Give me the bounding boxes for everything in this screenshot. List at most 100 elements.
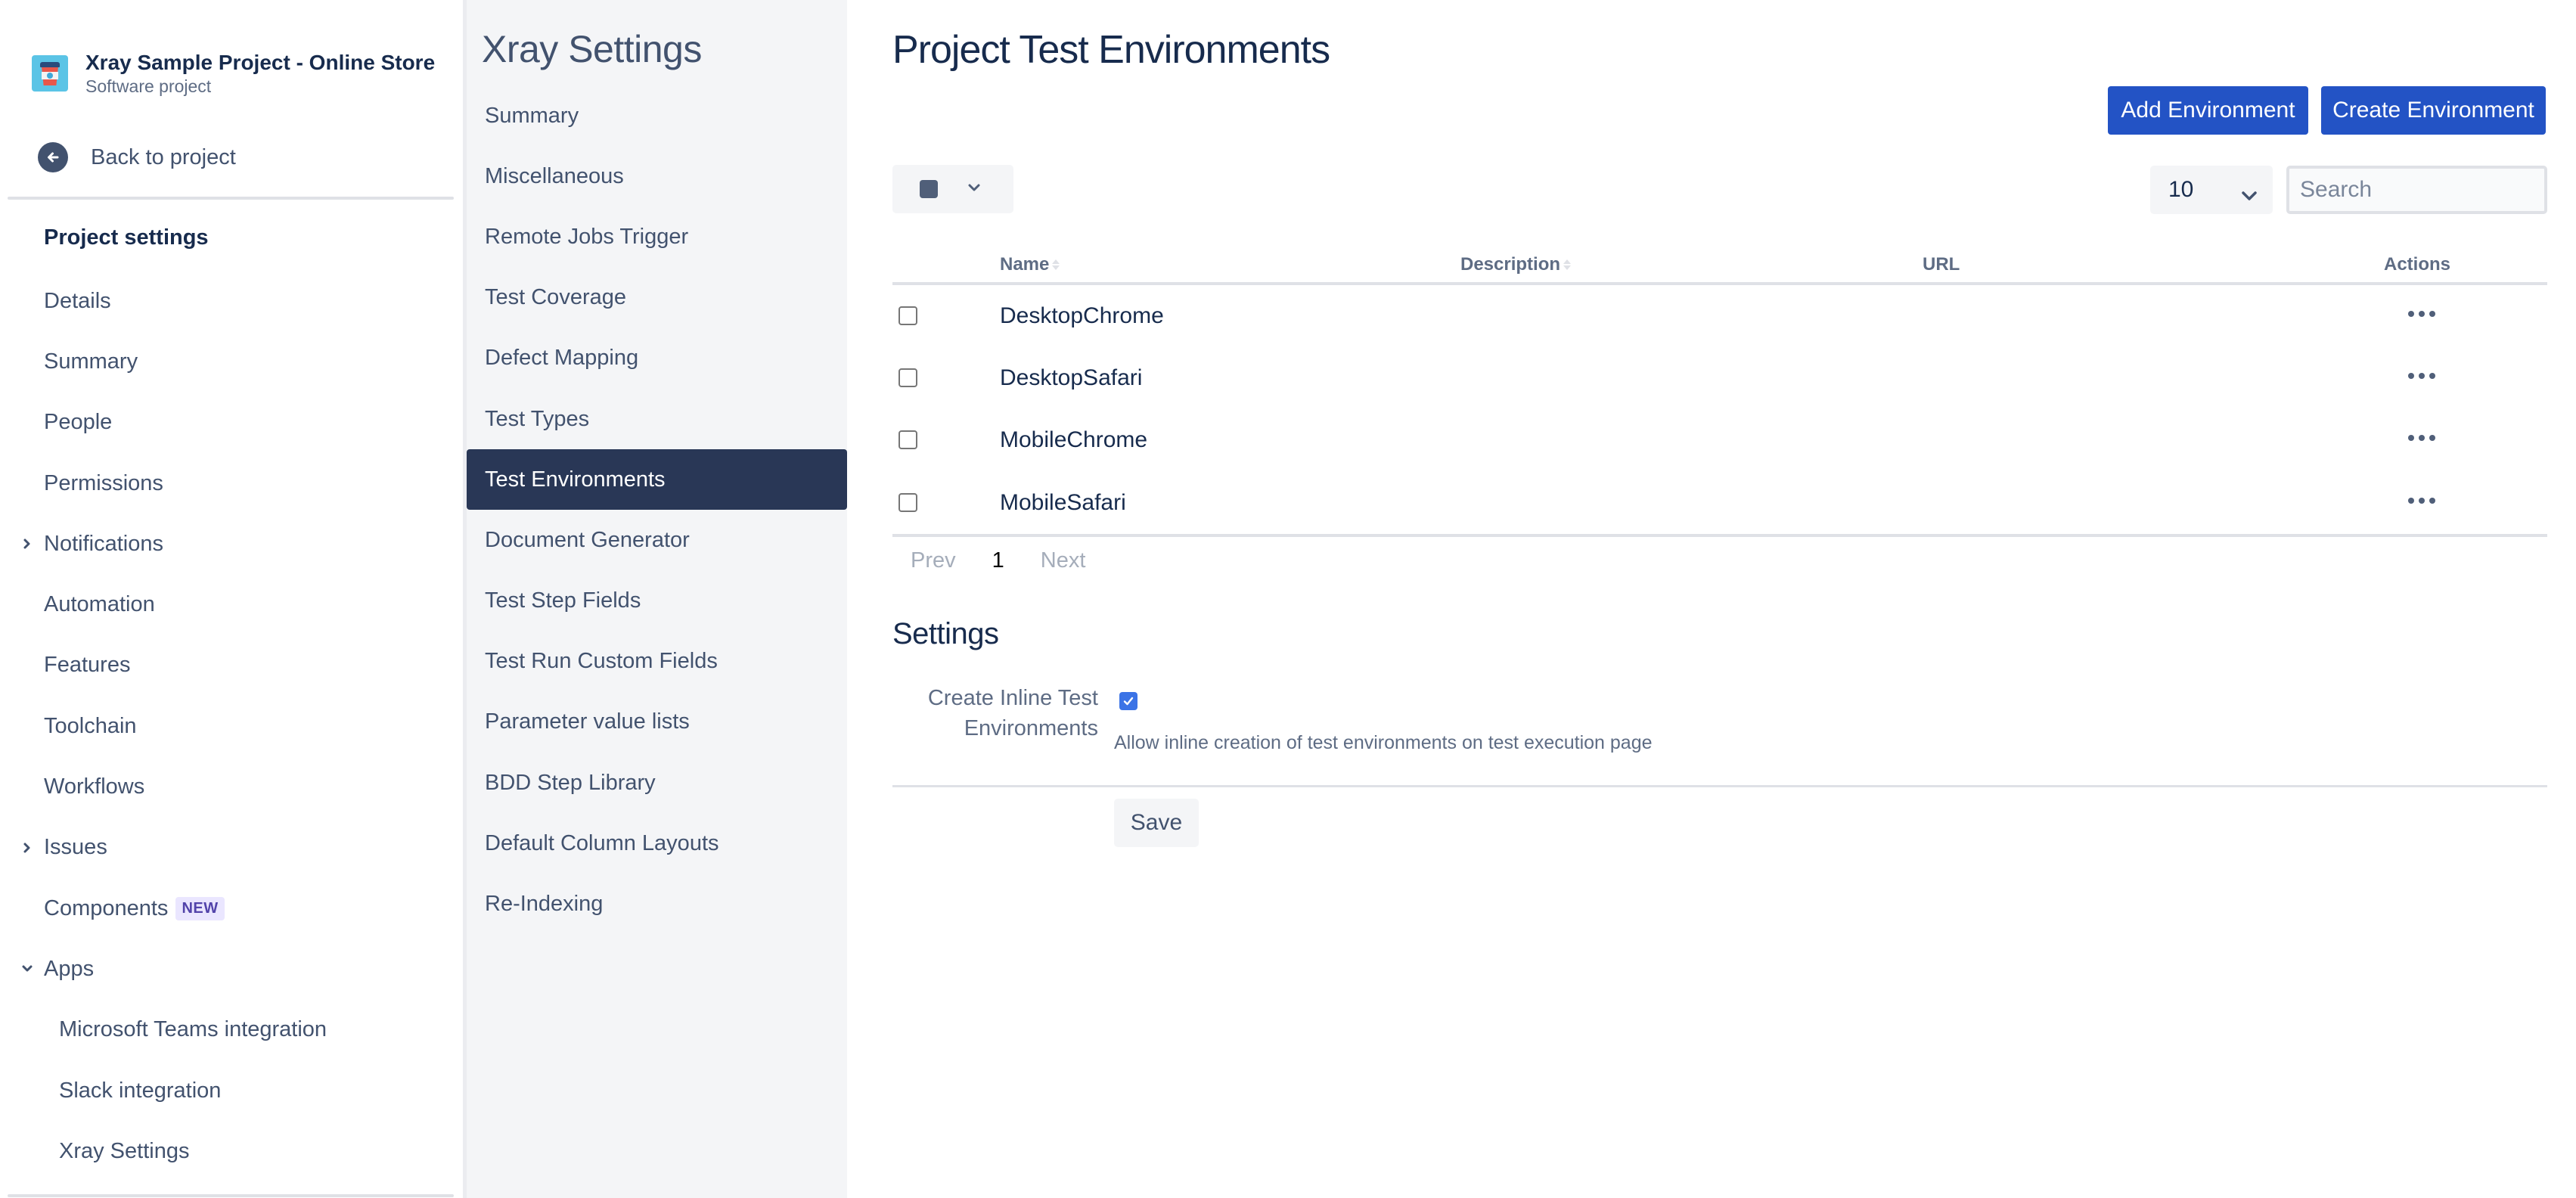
arrow-left-circle-icon xyxy=(38,142,68,172)
project-settings-heading: Project settings xyxy=(44,225,209,250)
pagination: Prev 1 Next xyxy=(892,548,1085,573)
sidebar-divider-bottom xyxy=(8,1194,454,1197)
xray-nav-item-test-coverage[interactable]: Test Coverage xyxy=(467,268,847,328)
xray-nav-item-test-environments[interactable]: Test Environments xyxy=(467,449,847,511)
new-badge: NEW xyxy=(175,896,225,920)
sidebar-item-apps[interactable]: Apps xyxy=(0,939,454,999)
column-header-name[interactable]: Name xyxy=(1000,254,1060,275)
sidebar-item-label: Features xyxy=(44,653,131,678)
add-environment-button[interactable]: Add Environment xyxy=(2108,86,2308,135)
row-checkbox[interactable] xyxy=(898,430,917,450)
sidebar-item-microsoft-teams-integration[interactable]: Microsoft Teams integration xyxy=(0,1000,454,1060)
sidebar-item-slack-integration[interactable]: Slack integration xyxy=(0,1060,454,1121)
select-all-checkbox-icon xyxy=(920,180,938,198)
row-checkbox[interactable] xyxy=(898,306,917,325)
environment-name: DesktopChrome xyxy=(1000,303,1164,328)
column-header-description[interactable]: Description xyxy=(1460,254,1572,275)
sidebar-item-label: Workflows xyxy=(44,774,145,799)
create-environment-button[interactable]: Create Environment xyxy=(2321,86,2546,135)
xray-settings-panel: Xray Settings Summary Miscellaneous Remote… xyxy=(467,0,847,1198)
page-size-select[interactable]: 10 xyxy=(2150,166,2273,214)
xray-nav-item-defect-mapping[interactable]: Defect Mapping xyxy=(467,328,847,389)
back-to-project-link[interactable]: Back to project xyxy=(38,142,236,172)
column-header-url: URL xyxy=(1923,254,1960,275)
xray-nav-item-summary[interactable]: Summary xyxy=(467,85,847,146)
sidebar-item-label: Details xyxy=(44,288,111,313)
chevron-right-icon[interactable] xyxy=(20,536,35,551)
table-row: MobileSafari xyxy=(892,472,2547,534)
pagination-prev[interactable]: Prev xyxy=(911,548,956,573)
sidebar-item-people[interactable]: People xyxy=(0,393,454,453)
search-input[interactable] xyxy=(2286,166,2547,214)
sidebar-item-details[interactable]: Details xyxy=(0,271,454,331)
sidebar-item-permissions[interactable]: Permissions xyxy=(0,453,454,514)
sidebar-item-toolchain[interactable]: Toolchain xyxy=(0,696,454,756)
sidebar-item-label: Slack integration xyxy=(59,1078,222,1103)
pagination-page-1[interactable]: 1 xyxy=(992,548,1004,573)
sidebar-item-notifications[interactable]: Notifications xyxy=(0,514,454,574)
project-avatar-coffee-cup-icon xyxy=(32,55,68,92)
xray-nav-item-test-step-fields[interactable]: Test Step Fields xyxy=(467,571,847,632)
xray-settings-title: Xray Settings xyxy=(482,28,702,70)
xray-nav-item-default-column-layouts[interactable]: Default Column Layouts xyxy=(467,813,847,874)
column-header-actions: Actions xyxy=(2384,254,2451,275)
more-actions-icon[interactable] xyxy=(2405,495,2438,507)
create-inline-test-environments-label: Create Inline Test Environments xyxy=(927,686,1098,740)
xray-nav-item-bdd-step-library[interactable]: BDD Step Library xyxy=(467,753,847,813)
environment-name: MobileChrome xyxy=(1000,427,1148,453)
bulk-select-dropdown[interactable] xyxy=(892,165,1013,213)
project-settings-nav: Details Summary People Permissions Notificat… xyxy=(0,271,454,1181)
sidebar-item-label: Microsoft Teams integration xyxy=(59,1017,327,1042)
sidebar-item-label: Permissions xyxy=(44,470,163,495)
xray-nav-item-miscellaneous[interactable]: Miscellaneous xyxy=(467,146,847,206)
save-button[interactable]: Save xyxy=(1114,799,1199,847)
sidebar-item-label: Xray Settings xyxy=(59,1138,190,1163)
chevron-down-icon[interactable] xyxy=(20,961,35,976)
xray-nav-item-re-indexing[interactable]: Re-Indexing xyxy=(467,874,847,934)
table-row: DesktopChrome xyxy=(892,285,2547,347)
sort-icon[interactable] xyxy=(1563,259,1572,270)
xray-nav-item-test-run-custom-fields[interactable]: Test Run Custom Fields xyxy=(467,632,847,692)
sidebar-item-label: Notifications xyxy=(44,531,163,556)
xray-nav-item-parameter-value-lists[interactable]: Parameter value lists xyxy=(467,692,847,753)
row-checkbox[interactable] xyxy=(898,492,917,512)
more-actions-icon[interactable] xyxy=(2405,370,2438,382)
sidebar-item-xray-settings[interactable]: Xray Settings xyxy=(0,1121,454,1181)
back-to-project-label: Back to project xyxy=(91,144,236,169)
xray-nav-item-test-types[interactable]: Test Types xyxy=(467,389,847,449)
environment-name: DesktopSafari xyxy=(1000,365,1143,391)
table-row: MobileChrome xyxy=(892,409,2547,471)
chevron-right-icon[interactable] xyxy=(20,840,35,855)
sidebar-item-issues[interactable]: Issues xyxy=(0,818,454,878)
sidebar-item-label: Issues xyxy=(44,835,107,860)
sidebar-item-label: Automation xyxy=(44,592,155,617)
sidebar-item-components[interactable]: Components NEW xyxy=(0,878,454,939)
sidebar-item-label: Summary xyxy=(44,349,138,374)
more-actions-icon[interactable] xyxy=(2405,432,2438,444)
sidebar-item-automation[interactable]: Automation xyxy=(0,574,454,635)
xray-nav-item-remote-jobs-trigger[interactable]: Remote Jobs Trigger xyxy=(467,206,847,267)
more-actions-icon[interactable] xyxy=(2405,308,2438,320)
sidebar-item-workflows[interactable]: Workflows xyxy=(0,756,454,817)
create-inline-test-environments-checkbox[interactable] xyxy=(1119,692,1137,710)
settings-heading: Settings xyxy=(892,617,999,650)
sidebar-item-features[interactable]: Features xyxy=(0,635,454,696)
xray-nav-item-document-generator[interactable]: Document Generator xyxy=(467,510,847,570)
sort-icon[interactable] xyxy=(1052,259,1060,270)
sidebar-divider xyxy=(8,197,454,200)
sidebar-item-label: Apps xyxy=(44,956,95,981)
sidebar-item-label: People xyxy=(44,410,113,435)
sidebar-item-summary[interactable]: Summary xyxy=(0,331,454,392)
main-content: Project Test Environments Add Environmen… xyxy=(892,0,2549,1198)
project-header[interactable]: Xray Sample Project - Online Store Softw… xyxy=(32,50,435,97)
project-name: Xray Sample Project - Online Store xyxy=(85,51,436,74)
create-inline-test-environments-description: Allow inline creation of test environmen… xyxy=(1114,732,1653,753)
table-row: DesktopSafari xyxy=(892,347,2547,409)
settings-divider xyxy=(892,785,2547,787)
pagination-next[interactable]: Next xyxy=(1041,548,1086,573)
page-size-value: 10 xyxy=(2168,177,2194,202)
chevron-down-icon xyxy=(2241,182,2258,208)
row-checkbox[interactable] xyxy=(898,368,917,388)
xray-settings-nav: Summary Miscellaneous Remote Jobs Trigger T… xyxy=(467,85,847,935)
chevron-down-icon xyxy=(968,182,980,196)
